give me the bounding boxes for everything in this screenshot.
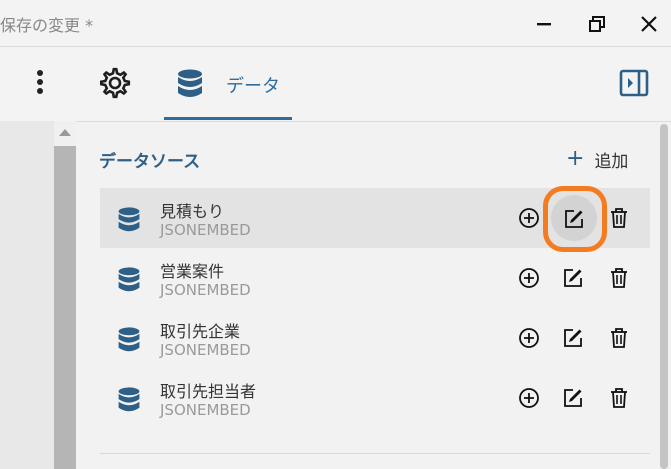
edit-icon: [565, 210, 583, 228]
datasource-row[interactable]: 営業案件 JSONEMBED: [100, 248, 650, 308]
edit-button[interactable]: [561, 266, 585, 290]
delete-button[interactable]: [607, 206, 631, 230]
panel-toggle-button[interactable]: [619, 68, 649, 98]
plus-circle-icon: [519, 268, 539, 288]
edit-button[interactable]: [561, 326, 585, 350]
left-panel: [0, 121, 54, 469]
minimize-button[interactable]: [531, 11, 557, 37]
database-icon: [118, 267, 140, 292]
edit-icon: [564, 389, 582, 407]
datasources-title: データソース: [99, 152, 201, 172]
add-item-button[interactable]: [517, 206, 541, 230]
restore-icon: [589, 16, 605, 32]
more-vertical-icon: [37, 70, 43, 76]
datasource-name: 取引先担当者: [160, 382, 257, 401]
scroll-up-arrow-icon[interactable]: [59, 129, 71, 136]
datasource-type: JSONEMBED: [160, 401, 251, 419]
datasource-name: 取引先企業: [160, 322, 241, 341]
database-icon: [178, 69, 202, 97]
close-icon: [641, 16, 657, 32]
more-dot: [37, 79, 43, 85]
plus-circle-icon: [519, 328, 539, 348]
database-icon: [118, 327, 140, 352]
window-title: 保存の変更 *: [0, 16, 94, 35]
panel-toggle-icon: [619, 69, 649, 97]
title-bar: 保存の変更 *: [0, 0, 671, 47]
toolbar: データ: [0, 47, 671, 122]
edit-icon: [564, 269, 582, 287]
datasource-name: 営業案件: [160, 262, 225, 281]
more-button[interactable]: [28, 67, 52, 101]
more-dot: [37, 88, 43, 94]
plus-icon: +: [566, 146, 585, 171]
add-datasource-label: 追加: [594, 151, 629, 172]
trash-icon: [611, 208, 627, 228]
settings-tab[interactable]: [99, 67, 131, 99]
delete-button[interactable]: [607, 326, 631, 350]
add-item-button[interactable]: [517, 266, 541, 290]
add-item-button[interactable]: [517, 386, 541, 410]
minimize-icon: [537, 23, 551, 26]
delete-button[interactable]: [607, 266, 631, 290]
datasource-row[interactable]: 取引先企業 JSONEMBED: [100, 308, 650, 368]
trash-icon: [611, 328, 627, 348]
trash-icon: [611, 268, 627, 288]
delete-button[interactable]: [607, 386, 631, 410]
restore-button[interactable]: [584, 11, 610, 37]
datasource-type: JSONEMBED: [160, 341, 251, 359]
datasource-type: JSONEMBED: [160, 221, 251, 239]
datasource-name: 見積もり: [160, 202, 225, 221]
edit-button-highlighted[interactable]: [562, 207, 586, 231]
database-icon: [118, 207, 140, 232]
trash-icon: [611, 388, 627, 408]
database-icon: [118, 387, 140, 412]
datasource-type: JSONEMBED: [160, 281, 251, 299]
datasource-row[interactable]: 取引先担当者 JSONEMBED: [100, 368, 650, 428]
edit-button[interactable]: [561, 386, 585, 410]
tab-data[interactable]: データ: [164, 47, 292, 120]
list-divider: [100, 453, 650, 454]
plus-circle-icon: [519, 208, 539, 228]
left-scrollbar-thumb[interactable]: [54, 146, 76, 469]
add-datasource-button[interactable]: + 追加: [566, 146, 629, 172]
edit-icon: [564, 329, 582, 347]
gear-icon: [99, 67, 131, 99]
close-button[interactable]: [636, 11, 662, 37]
tab-data-label: データ: [226, 76, 280, 97]
right-scrollbar[interactable]: [660, 124, 668, 469]
plus-circle-icon: [519, 388, 539, 408]
add-item-button[interactable]: [517, 326, 541, 350]
